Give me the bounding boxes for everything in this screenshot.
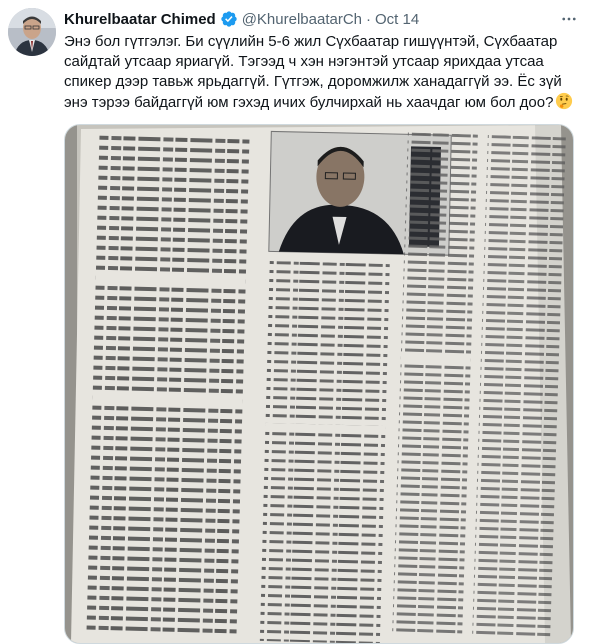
thinking-face-icon <box>555 92 573 116</box>
tweet-body: Энэ бол гүтгэлэг. Би сүүлийн 5-6 жил Сүх… <box>64 33 562 111</box>
newspaper-photo <box>65 125 573 643</box>
author-handle[interactable]: @KhurelbaatarCh <box>242 11 362 28</box>
tweet-text: Энэ бол гүтгэлэг. Би сүүлийн 5-6 жил Сүх… <box>64 32 584 116</box>
more-options-icon[interactable] <box>558 8 580 30</box>
avatar-image <box>8 8 56 56</box>
tweet-header: Khurelbaatar Chimed @KhurelbaatarCh · Oc… <box>64 9 554 29</box>
tweet-photo[interactable] <box>64 124 574 644</box>
avatar[interactable] <box>8 8 56 56</box>
separator-dot: · <box>366 10 371 28</box>
author-name[interactable]: Khurelbaatar Chimed <box>64 11 216 28</box>
verified-badge-icon <box>220 10 238 28</box>
tweet-date[interactable]: Oct 14 <box>375 11 419 28</box>
tweet[interactable]: Khurelbaatar Chimed @KhurelbaatarCh · Oc… <box>0 0 590 644</box>
